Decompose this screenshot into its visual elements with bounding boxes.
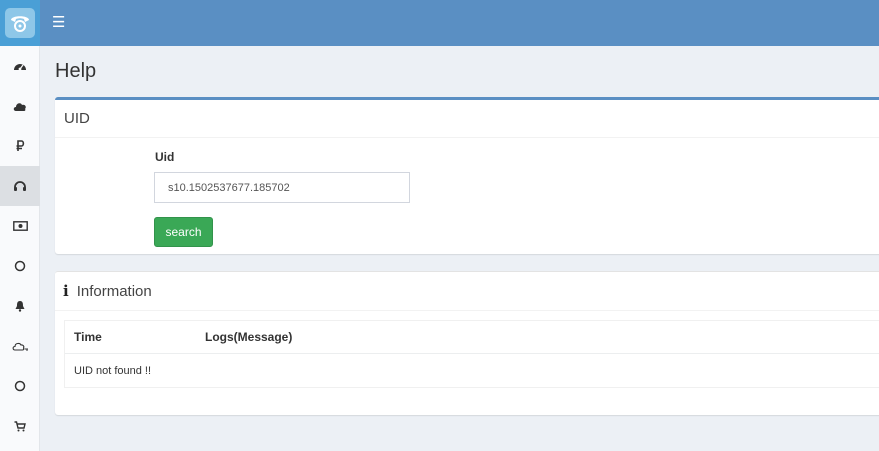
- ruble-icon: [16, 140, 25, 151]
- sidebar-item-bell[interactable]: [0, 286, 40, 326]
- cart-icon: [14, 420, 26, 431]
- circle-icon: [14, 260, 26, 272]
- uid-box: UID Uid search: [55, 97, 879, 254]
- page-title: Help: [55, 60, 97, 82]
- uid-field-label: Uid: [155, 150, 175, 164]
- information-box: i Information Time Logs(Message) UID not…: [55, 271, 879, 415]
- dashboard-icon: [14, 64, 26, 71]
- telephone-icon: [5, 8, 35, 38]
- sidebar-item-money[interactable]: [0, 206, 40, 246]
- table-row: UID not found !!: [65, 354, 879, 387]
- cloud-key-icon: [12, 342, 28, 351]
- money-icon: [12, 221, 28, 231]
- information-box-header: i Information: [55, 272, 879, 311]
- sidebar-item-cloud[interactable]: [0, 86, 40, 126]
- circle-icon: [14, 380, 26, 392]
- table-cell-message: UID not found !!: [74, 364, 152, 377]
- table-header: Time Logs(Message): [65, 321, 879, 354]
- sidebar: [0, 46, 40, 451]
- sidebar-item-headset[interactable]: [0, 166, 40, 206]
- top-navbar: ☰: [0, 0, 879, 46]
- sidebar-item-ruble[interactable]: [0, 126, 40, 166]
- info-icon: i: [63, 282, 69, 300]
- uid-input[interactable]: [154, 172, 410, 203]
- uid-box-title: UID: [55, 100, 879, 138]
- sidebar-item-circle-2[interactable]: [0, 366, 40, 406]
- logo[interactable]: [0, 0, 40, 46]
- sidebar-item-cloud-key[interactable]: [0, 326, 40, 366]
- bell-icon: [15, 301, 25, 312]
- logs-table: Time Logs(Message) UID not found !!: [64, 320, 879, 388]
- search-button[interactable]: search: [154, 217, 213, 247]
- headset-icon: [14, 181, 26, 191]
- information-box-title: Information: [76, 282, 152, 300]
- sidebar-item-cart[interactable]: [0, 406, 40, 446]
- column-header-time: Time: [74, 330, 102, 344]
- sidebar-item-dashboard[interactable]: [0, 46, 40, 86]
- column-header-logs: Logs(Message): [205, 330, 293, 344]
- hamburger-icon[interactable]: ☰: [52, 14, 65, 32]
- cloud-icon: [13, 102, 26, 111]
- sidebar-item-circle-1[interactable]: [0, 246, 40, 286]
